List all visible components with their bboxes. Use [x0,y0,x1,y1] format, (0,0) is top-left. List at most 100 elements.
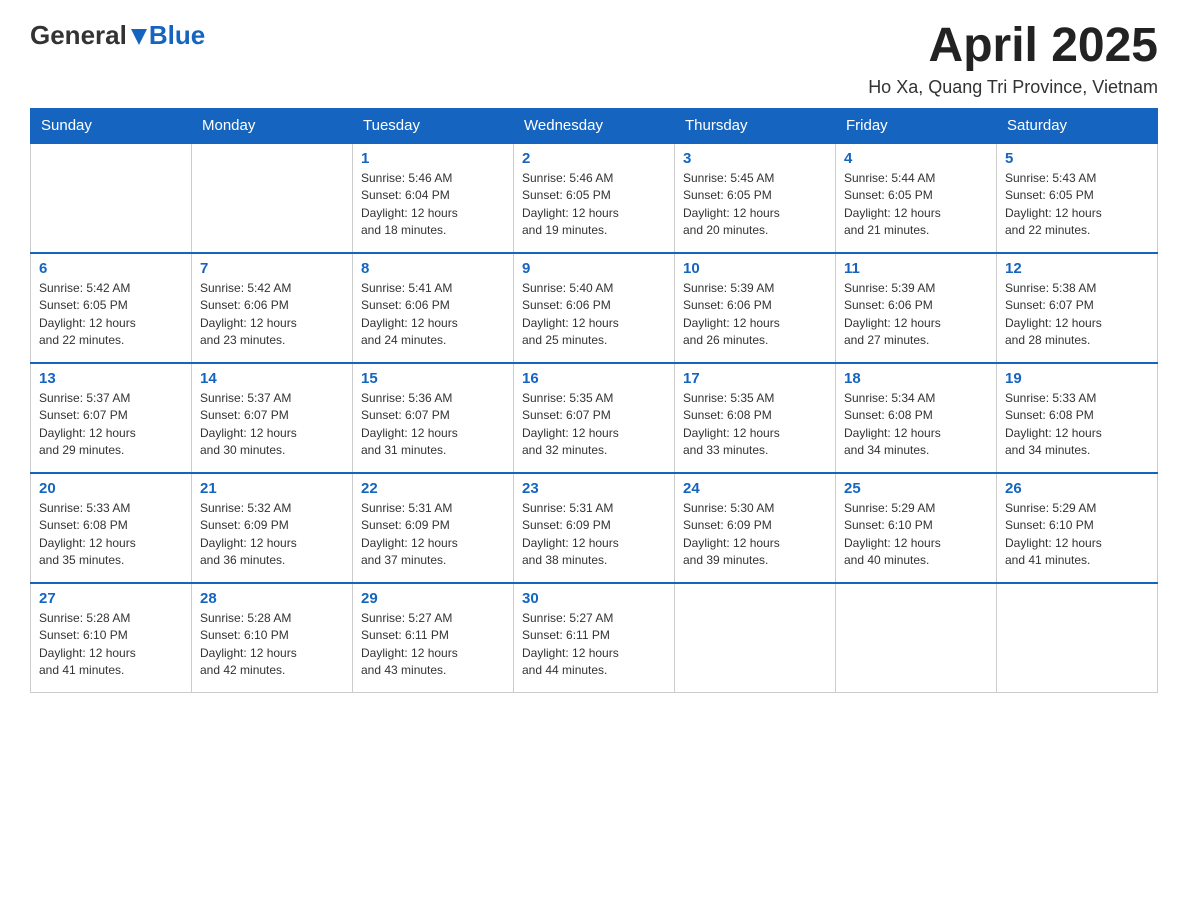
day-number: 16 [522,370,666,387]
week-row-3: 13 Sunrise: 5:37 AMSunset: 6:07 PMDayligh… [31,363,1158,473]
day-info: Sunrise: 5:35 AMSunset: 6:08 PMDaylight:… [683,390,827,460]
calendar-cell [997,583,1158,693]
week-row-5: 27 Sunrise: 5:28 AMSunset: 6:10 PMDayligh… [31,583,1158,693]
calendar-cell: 3Sunrise: 5:45 AMSunset: 6:05 PMDaylight… [675,143,836,253]
day-info: Sunrise: 5:42 AMSunset: 6:05 PMDaylight:… [39,280,183,350]
day-number: 5 [1005,150,1149,167]
calendar-cell: 1Sunrise: 5:46 AMSunset: 6:04 PMDaylight… [353,143,514,253]
day-info: Sunrise: 5:33 AMSunset: 6:08 PMDaylight:… [39,500,183,570]
day-info: Sunrise: 5:31 AMSunset: 6:09 PMDaylight:… [522,500,666,570]
calendar-cell: 2 Sunrise: 5:46 AMSunset: 6:05 PMDaylight… [514,143,675,253]
calendar-cell: 25Sunrise: 5:29 AMSunset: 6:10 PMDayligh… [836,473,997,583]
day-info: Sunrise: 5:30 AMSunset: 6:09 PMDaylight:… [683,500,827,570]
logo-mark: General [30,20,151,51]
calendar-header-thursday: Thursday [675,108,836,143]
day-number: 20 [39,480,183,497]
day-number: 26 [1005,480,1149,497]
day-number: 10 [683,260,827,277]
day-info: Sunrise: 5:37 AMSunset: 6:07 PMDaylight:… [200,390,344,460]
day-info: Sunrise: 5:32 AMSunset: 6:09 PMDaylight:… [200,500,344,570]
calendar-cell: 5 Sunrise: 5:43 AMSunset: 6:05 PMDaylight… [997,143,1158,253]
calendar-cell: 22 Sunrise: 5:31 AMSunset: 6:09 PMDayligh… [353,473,514,583]
calendar-cell: 8 Sunrise: 5:41 AMSunset: 6:06 PMDaylight… [353,253,514,363]
calendar-cell: 28Sunrise: 5:28 AMSunset: 6:10 PMDayligh… [192,583,353,693]
calendar-cell: 11 Sunrise: 5:39 AMSunset: 6:06 PMDayligh… [836,253,997,363]
day-info: Sunrise: 5:43 AMSunset: 6:05 PMDaylight:… [1005,170,1149,240]
calendar-cell: 7 Sunrise: 5:42 AMSunset: 6:06 PMDaylight… [192,253,353,363]
header-title-area: April 2025 Ho Xa, Quang Tri Province, Vi… [868,20,1158,98]
calendar-cell [31,143,192,253]
day-number: 18 [844,370,988,387]
day-number: 7 [200,260,344,277]
calendar-header-saturday: Saturday [997,108,1158,143]
calendar-cell: 6 Sunrise: 5:42 AMSunset: 6:05 PMDaylight… [31,253,192,363]
day-info: Sunrise: 5:41 AMSunset: 6:06 PMDaylight:… [361,280,505,350]
day-number: 12 [1005,260,1149,277]
calendar-table: SundayMondayTuesdayWednesdayThursdayFrid… [30,108,1158,694]
day-info: Sunrise: 5:27 AMSunset: 6:11 PMDaylight:… [361,610,505,680]
day-number: 11 [844,260,988,277]
day-number: 22 [361,480,505,497]
day-info: Sunrise: 5:37 AMSunset: 6:07 PMDaylight:… [39,390,183,460]
day-info: Sunrise: 5:46 AMSunset: 6:05 PMDaylight:… [522,170,666,240]
day-info: Sunrise: 5:40 AMSunset: 6:06 PMDaylight:… [522,280,666,350]
calendar-header-row: SundayMondayTuesdayWednesdayThursdayFrid… [31,108,1158,143]
day-info: Sunrise: 5:46 AMSunset: 6:04 PMDaylight:… [361,170,505,240]
calendar-cell [675,583,836,693]
day-info: Sunrise: 5:42 AMSunset: 6:06 PMDaylight:… [200,280,344,350]
calendar-cell: 17 Sunrise: 5:35 AMSunset: 6:08 PMDayligh… [675,363,836,473]
calendar-cell: 18Sunrise: 5:34 AMSunset: 6:08 PMDayligh… [836,363,997,473]
logo-triangle-icon [128,25,150,47]
calendar-header-sunday: Sunday [31,108,192,143]
day-number: 17 [683,370,827,387]
calendar-cell: 4Sunrise: 5:44 AMSunset: 6:05 PMDaylight… [836,143,997,253]
logo-blue-label: Blue [149,20,205,50]
calendar-header-monday: Monday [192,108,353,143]
day-number: 29 [361,590,505,607]
day-info: Sunrise: 5:36 AMSunset: 6:07 PMDaylight:… [361,390,505,460]
calendar-cell: 16 Sunrise: 5:35 AMSunset: 6:07 PMDayligh… [514,363,675,473]
calendar-cell: 23Sunrise: 5:31 AMSunset: 6:09 PMDayligh… [514,473,675,583]
calendar-cell: 24 Sunrise: 5:30 AMSunset: 6:09 PMDayligh… [675,473,836,583]
day-number: 8 [361,260,505,277]
location-label: Ho Xa, Quang Tri Province, Vietnam [868,77,1158,98]
page-header: General Blue April 2025 Ho Xa, Quang Tri… [30,20,1158,98]
week-row-2: 6 Sunrise: 5:42 AMSunset: 6:05 PMDaylight… [31,253,1158,363]
day-info: Sunrise: 5:29 AMSunset: 6:10 PMDaylight:… [1005,500,1149,570]
calendar-cell: 10 Sunrise: 5:39 AMSunset: 6:06 PMDayligh… [675,253,836,363]
calendar-cell: 26 Sunrise: 5:29 AMSunset: 6:10 PMDayligh… [997,473,1158,583]
calendar-cell: 14 Sunrise: 5:37 AMSunset: 6:07 PMDayligh… [192,363,353,473]
logo-blue-text: Blue [149,20,205,51]
day-number: 13 [39,370,183,387]
day-info: Sunrise: 5:39 AMSunset: 6:06 PMDaylight:… [844,280,988,350]
week-row-4: 20 Sunrise: 5:33 AMSunset: 6:08 PMDayligh… [31,473,1158,583]
calendar-cell [836,583,997,693]
day-info: Sunrise: 5:39 AMSunset: 6:06 PMDaylight:… [683,280,827,350]
day-info: Sunrise: 5:45 AMSunset: 6:05 PMDaylight:… [683,170,827,240]
day-number: 30 [522,590,666,607]
day-number: 2 [522,150,666,167]
day-info: Sunrise: 5:28 AMSunset: 6:10 PMDaylight:… [39,610,183,680]
day-number: 24 [683,480,827,497]
day-info: Sunrise: 5:35 AMSunset: 6:07 PMDaylight:… [522,390,666,460]
day-info: Sunrise: 5:27 AMSunset: 6:11 PMDaylight:… [522,610,666,680]
calendar-cell: 21 Sunrise: 5:32 AMSunset: 6:09 PMDayligh… [192,473,353,583]
calendar-cell: 29 Sunrise: 5:27 AMSunset: 6:11 PMDayligh… [353,583,514,693]
calendar-cell: 9Sunrise: 5:40 AMSunset: 6:06 PMDaylight… [514,253,675,363]
day-info: Sunrise: 5:29 AMSunset: 6:10 PMDaylight:… [844,500,988,570]
day-number: 21 [200,480,344,497]
day-number: 27 [39,590,183,607]
calendar-header-friday: Friday [836,108,997,143]
calendar-cell [192,143,353,253]
day-number: 28 [200,590,344,607]
day-number: 6 [39,260,183,277]
day-number: 15 [361,370,505,387]
day-number: 14 [200,370,344,387]
calendar-cell: 19Sunrise: 5:33 AMSunset: 6:08 PMDayligh… [997,363,1158,473]
day-info: Sunrise: 5:33 AMSunset: 6:08 PMDaylight:… [1005,390,1149,460]
calendar-header-wednesday: Wednesday [514,108,675,143]
calendar-header-tuesday: Tuesday [353,108,514,143]
calendar-cell: 15 Sunrise: 5:36 AMSunset: 6:07 PMDayligh… [353,363,514,473]
day-info: Sunrise: 5:31 AMSunset: 6:09 PMDaylight:… [361,500,505,570]
day-number: 4 [844,150,988,167]
